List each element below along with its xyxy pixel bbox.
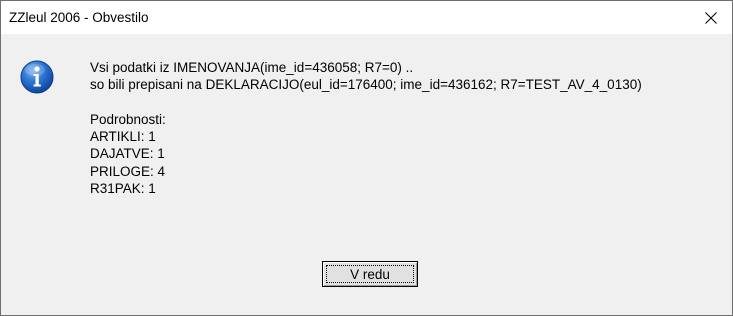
dialog-body: Vsi podatki iz IMENOVANJA(ime_id=436058;… — [1, 34, 732, 315]
message-line-1: Vsi podatki iz IMENOVANJA(ime_id=436058;… — [90, 60, 414, 75]
window-title: ZZleul 2006 - Obvestilo — [9, 10, 149, 25]
close-button[interactable] — [690, 1, 732, 34]
message-text: Vsi podatki iz IMENOVANJA(ime_id=436058;… — [90, 59, 642, 197]
message-line-2: so bili prepisani na DEKLARACIJO(eul_id=… — [90, 77, 642, 93]
detail-dajatve: DAJATVE: 1 — [90, 146, 165, 162]
title-bar[interactable]: ZZleul 2006 - Obvestilo — [1, 1, 732, 34]
message-dialog: ZZleul 2006 - Obvestilo Vsi podatki iz I… — [0, 0, 733, 316]
detail-priloge: PRILOGE: 4 — [90, 163, 166, 179]
info-icon — [20, 60, 54, 94]
close-icon — [705, 11, 717, 24]
detail-r31pak: R31PAK: 1 — [90, 181, 156, 197]
detail-artikli: ARTIKLI: 1 — [90, 129, 156, 145]
ok-button[interactable]: V redu — [322, 261, 418, 287]
ok-button-label: V redu — [350, 266, 390, 282]
details-heading: Podrobnosti: — [90, 111, 166, 127]
